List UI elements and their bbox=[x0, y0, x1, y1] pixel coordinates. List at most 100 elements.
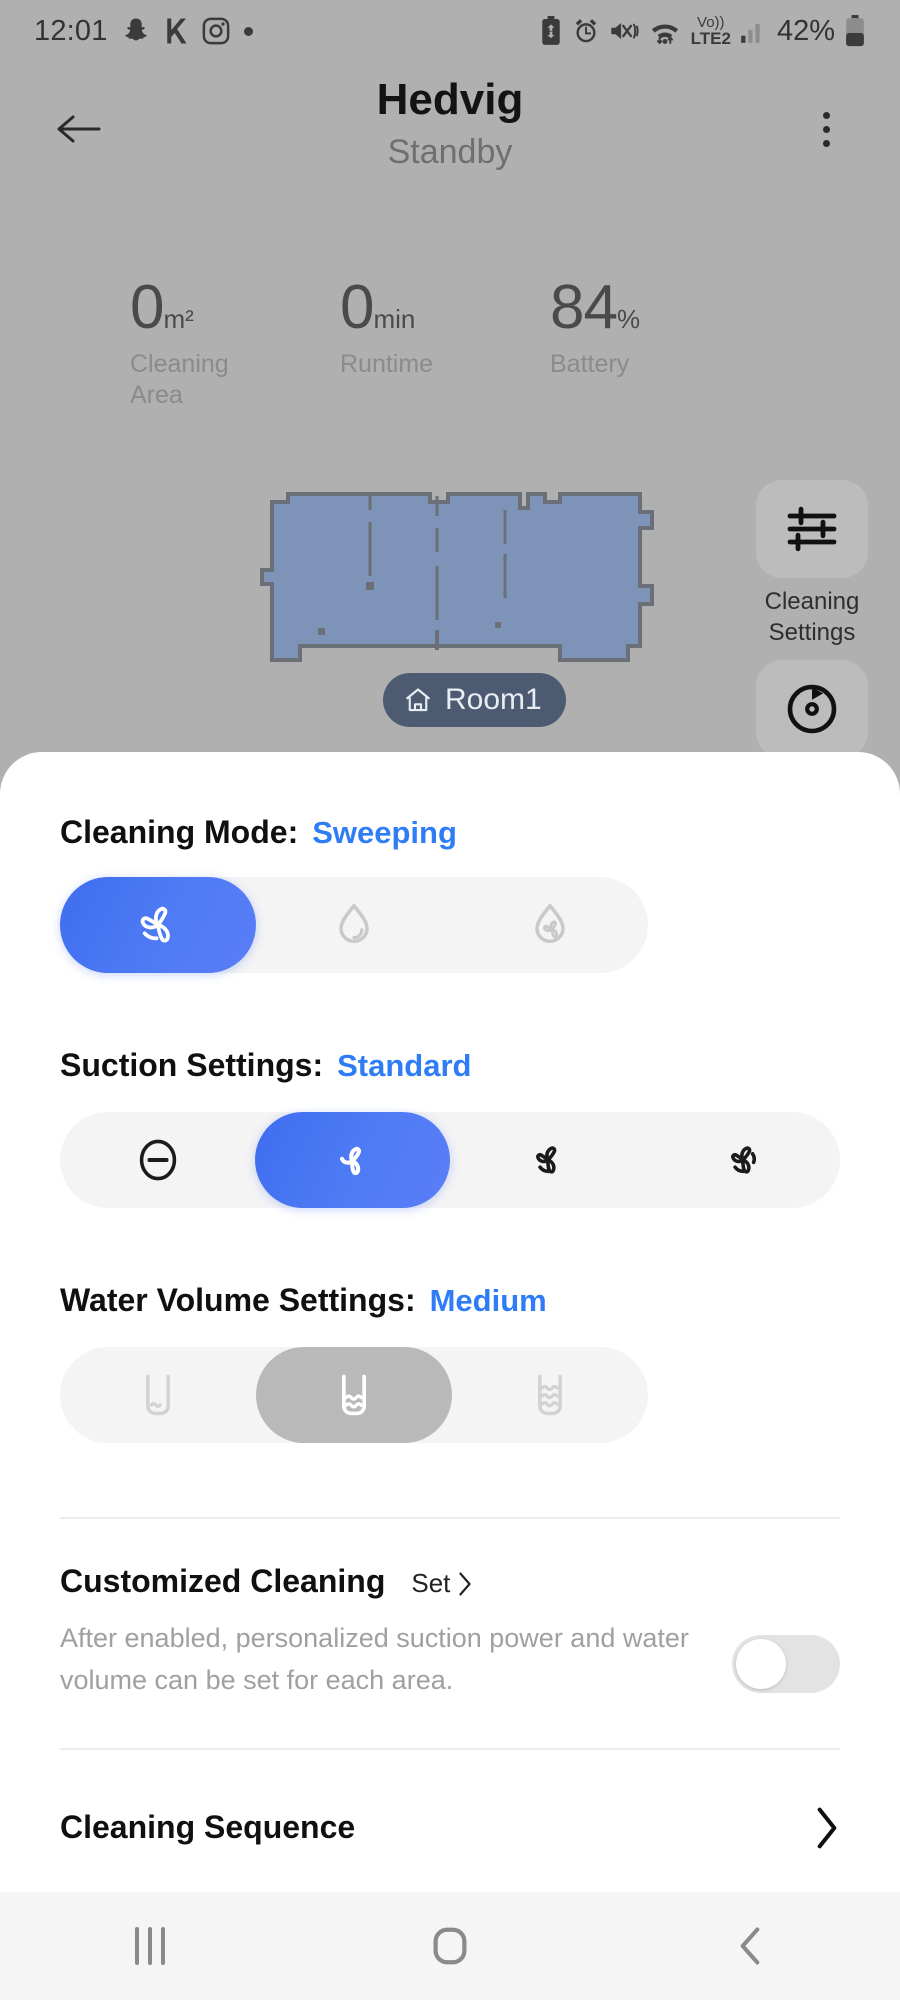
home-square-icon bbox=[433, 1927, 467, 1965]
cleaning-mode-option-mopping[interactable] bbox=[256, 877, 452, 973]
fan-sweep-icon bbox=[140, 906, 170, 943]
minus-circle-icon bbox=[139, 1139, 176, 1181]
customized-cleaning-row: Customized Cleaning Set After enabled, p… bbox=[60, 1519, 840, 1702]
water-low-icon bbox=[146, 1374, 170, 1416]
nav-home-button[interactable] bbox=[390, 1892, 510, 2000]
wifi-icon bbox=[648, 16, 682, 46]
cleaning-sequence-title: Cleaning Sequence bbox=[60, 1809, 356, 1846]
stat-number: 0 bbox=[130, 273, 164, 342]
sliders-icon bbox=[787, 506, 837, 552]
home-icon bbox=[406, 688, 430, 712]
alarm-icon bbox=[572, 17, 600, 45]
stat-label: Runtime bbox=[340, 350, 434, 378]
toggle-knob bbox=[736, 1639, 786, 1689]
refresh-map-button-surface bbox=[756, 660, 868, 758]
dot-icon bbox=[243, 26, 253, 36]
stats-row: 0m² Cleaning Area 0min Runtime 84% Batte… bbox=[0, 272, 900, 412]
water-high-icon bbox=[538, 1374, 562, 1416]
suction-settings-segmented-control bbox=[60, 1112, 840, 1208]
status-bar-left: 12:01 bbox=[34, 15, 253, 48]
stat-cleaning-area: 0m² Cleaning Area bbox=[130, 272, 340, 412]
water-volume-option-high[interactable] bbox=[452, 1347, 648, 1443]
status-bar-right: Vo)) LTE2 42% bbox=[539, 15, 866, 48]
stat-unit: min bbox=[373, 304, 416, 334]
stat-value: 84% bbox=[550, 272, 760, 343]
nav-back-button[interactable] bbox=[690, 1892, 810, 2000]
suction-settings-section: Suction Settings: Standard bbox=[60, 973, 840, 1208]
fan-turbo-icon bbox=[730, 1146, 756, 1174]
suction-option-medium[interactable] bbox=[450, 1112, 645, 1208]
water-medium-icon bbox=[342, 1374, 366, 1416]
battery-icon bbox=[844, 15, 866, 47]
water-volume-value: Medium bbox=[429, 1283, 547, 1318]
customized-cleaning-toggle[interactable] bbox=[732, 1635, 840, 1693]
overflow-menu-icon bbox=[822, 111, 830, 119]
cleaning-mode-label: Cleaning Mode: bbox=[60, 814, 299, 850]
settings-sheet: Cleaning Mode: Sweeping Suction Settings… bbox=[0, 752, 900, 1892]
suction-settings-header: Suction Settings: Standard bbox=[60, 1047, 840, 1084]
water-volume-header: Water Volume Settings: Medium bbox=[60, 1282, 840, 1319]
cleaning-settings-button[interactable]: Cleaning Settings bbox=[756, 480, 868, 648]
app-header: Hedvig Standby bbox=[0, 62, 900, 212]
water-drop-sweep-icon bbox=[535, 903, 565, 944]
instagram-icon bbox=[201, 16, 231, 46]
water-drop-icon bbox=[339, 903, 369, 944]
water-volume-option-low[interactable] bbox=[60, 1347, 256, 1443]
mute-vibrate-icon bbox=[609, 17, 639, 45]
device-status: Standby bbox=[387, 132, 513, 171]
chevron-right-icon bbox=[817, 1807, 837, 1849]
system-navigation-bar bbox=[0, 1892, 900, 2000]
status-clock: 12:01 bbox=[34, 14, 108, 47]
volte-icon: Vo)) LTE2 bbox=[690, 14, 731, 48]
suction-option-turbo[interactable] bbox=[645, 1112, 840, 1208]
customized-cleaning-description: After enabled, personalized suction powe… bbox=[60, 1623, 689, 1695]
water-volume-option-medium[interactable] bbox=[256, 1347, 452, 1443]
customized-cleaning-set-label: Set bbox=[411, 1568, 451, 1598]
cleaning-mode-section: Cleaning Mode: Sweeping bbox=[60, 752, 840, 973]
stat-label: Cleaning Area bbox=[130, 350, 229, 410]
stat-value: 0min bbox=[340, 272, 550, 343]
title-block: Hedvig Standby bbox=[0, 74, 900, 172]
cleaning-sequence-row[interactable]: Cleaning Sequence bbox=[60, 1750, 840, 1850]
water-volume-segmented-control bbox=[60, 1347, 648, 1443]
cleaning-mode-option-sweep-and-mop[interactable] bbox=[452, 877, 648, 973]
fan-standard-icon bbox=[339, 1146, 361, 1176]
customized-cleaning-set-button[interactable]: Set bbox=[411, 1568, 474, 1599]
water-volume-label: Water Volume Settings: bbox=[60, 1282, 416, 1318]
room-label-chip[interactable]: Room1 bbox=[383, 673, 566, 727]
stat-battery: 84% Battery bbox=[550, 272, 760, 412]
suction-option-standard[interactable] bbox=[255, 1112, 450, 1208]
back-chevron-icon bbox=[740, 1927, 760, 1965]
cleaning-settings-caption: Cleaning Settings bbox=[764, 588, 860, 647]
cleaning-mode-header: Cleaning Mode: Sweeping bbox=[60, 814, 840, 851]
stat-number: 0 bbox=[340, 273, 374, 342]
suction-settings-value: Standard bbox=[337, 1048, 472, 1083]
suction-option-quiet[interactable] bbox=[60, 1112, 255, 1208]
page-title: Hedvig bbox=[376, 75, 524, 124]
cleaning-settings-button-surface bbox=[756, 480, 868, 578]
status-bar: 12:01 Vo)) LTE2 42% bbox=[0, 0, 900, 62]
refresh-map-icon bbox=[787, 684, 837, 734]
battery-percent-label: 42% bbox=[776, 14, 835, 47]
stat-label: Battery bbox=[550, 350, 630, 378]
chevron-right-icon bbox=[459, 1571, 472, 1596]
suction-settings-label: Suction Settings: bbox=[60, 1047, 324, 1083]
phone-screen: 12:01 Vo)) LTE2 42% Hedvig Standby 0m² C… bbox=[0, 0, 900, 2000]
stat-runtime: 0min Runtime bbox=[340, 272, 550, 412]
room-label-text: Room1 bbox=[445, 683, 542, 716]
k-letter-icon bbox=[164, 16, 188, 46]
stat-number: 84 bbox=[550, 273, 618, 342]
stat-unit: % bbox=[616, 304, 641, 334]
cleaning-mode-value: Sweeping bbox=[312, 815, 457, 850]
nav-recents-button[interactable] bbox=[90, 1892, 210, 2000]
cleaning-mode-segmented-control bbox=[60, 877, 648, 973]
stat-unit: m² bbox=[163, 304, 194, 334]
battery-saver-icon bbox=[539, 16, 563, 46]
refresh-map-button[interactable] bbox=[756, 660, 868, 758]
fan-medium-icon bbox=[535, 1146, 556, 1174]
stat-value: 0m² bbox=[130, 272, 340, 343]
signal-icon bbox=[740, 18, 766, 44]
overflow-menu-button[interactable] bbox=[800, 98, 852, 160]
customized-cleaning-header: Customized Cleaning Set bbox=[60, 1563, 840, 1600]
cleaning-mode-option-sweeping[interactable] bbox=[60, 877, 256, 973]
